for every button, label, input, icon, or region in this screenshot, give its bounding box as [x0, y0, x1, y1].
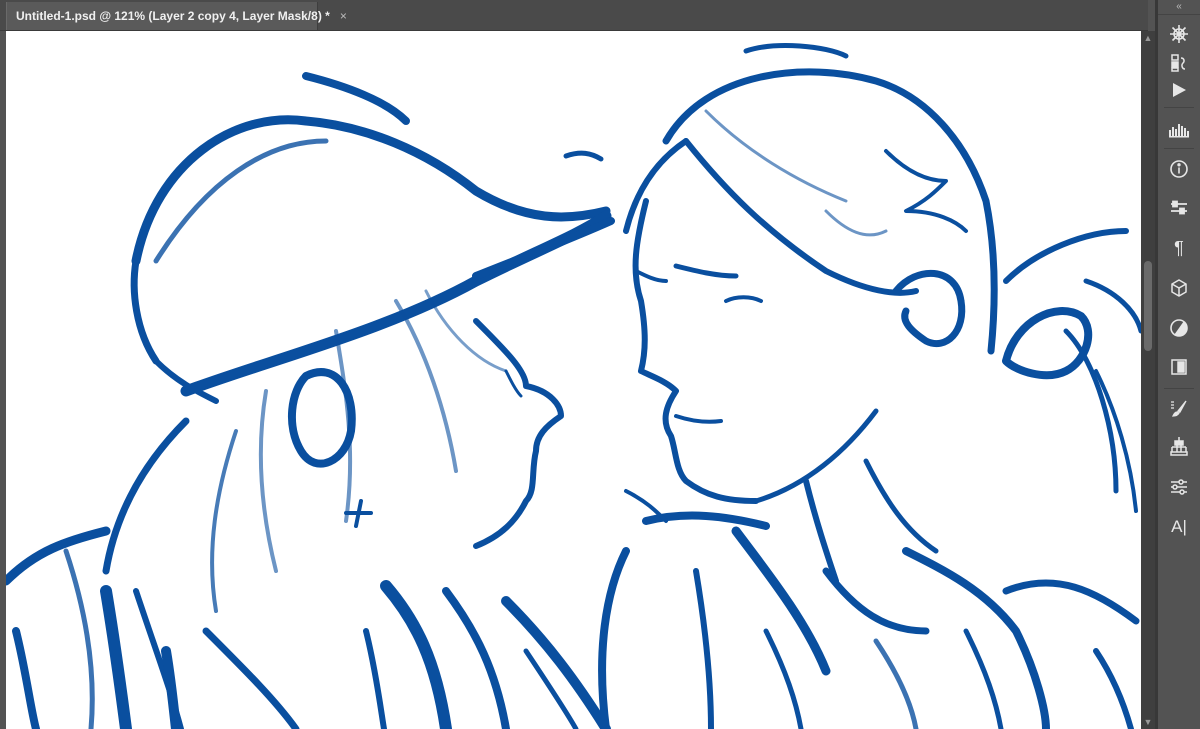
libraries-icon[interactable]: [1163, 351, 1195, 383]
scroll-up-icon[interactable]: ▲: [1141, 31, 1155, 45]
sliders-icon[interactable]: [1163, 471, 1195, 503]
panel-separator: [1164, 388, 1194, 389]
sketch-artwork: [6, 43, 1141, 729]
clone-source-icon[interactable]: [1163, 431, 1195, 463]
scroll-down-icon[interactable]: ▼: [1141, 715, 1155, 729]
adjustments-icon[interactable]: [1163, 312, 1195, 344]
character-glyph: A|: [1171, 517, 1187, 536]
collapse-panels-icon[interactable]: «: [1158, 0, 1200, 15]
document-tab-bar: Untitled-1.psd @ 121% (Layer 2 copy 4, L…: [0, 0, 1148, 31]
info-icon[interactable]: [1163, 153, 1195, 185]
panel-separator: [1164, 148, 1194, 149]
navigator-icon[interactable]: [1163, 18, 1195, 50]
paragraph-icon[interactable]: ¶: [1163, 232, 1195, 264]
properties-icon[interactable]: [1163, 192, 1195, 224]
actions-play-icon[interactable]: [1163, 74, 1195, 106]
paragraph-glyph: ¶: [1174, 237, 1184, 258]
panel-separator: [1164, 107, 1194, 108]
histogram-icon[interactable]: [1163, 113, 1195, 145]
panel-dock: « ¶ A|: [1158, 0, 1200, 729]
vertical-scrollbar[interactable]: ▲ ▼: [1141, 31, 1155, 729]
brush-settings-icon[interactable]: [1163, 392, 1195, 424]
document-canvas[interactable]: [6, 31, 1141, 729]
character-icon[interactable]: A|: [1163, 511, 1195, 543]
scrollbar-thumb[interactable]: [1144, 261, 1152, 351]
3d-icon[interactable]: [1163, 272, 1195, 304]
document-tab[interactable]: Untitled-1.psd @ 121% (Layer 2 copy 4, L…: [6, 2, 347, 30]
document-tab-title: Untitled-1.psd @ 121% (Layer 2 copy 4, L…: [16, 9, 330, 23]
close-icon[interactable]: ×: [340, 10, 347, 22]
